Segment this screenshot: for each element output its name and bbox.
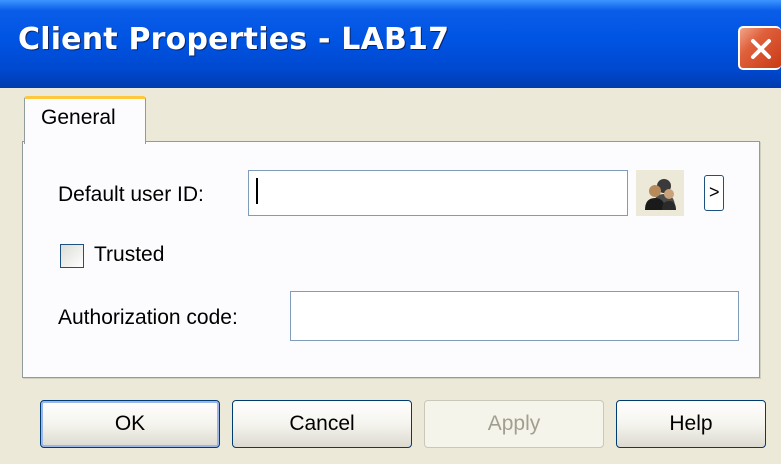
close-icon: [751, 39, 771, 59]
users-icon: [645, 179, 676, 210]
ok-button[interactable]: OK: [40, 400, 220, 448]
default-user-id-label-text: Default user ID:: [58, 183, 204, 206]
authorization-code-input[interactable]: [290, 291, 739, 341]
ok-button-label: OK: [114, 412, 146, 435]
trusted-label-text: Trusted: [94, 243, 165, 266]
trusted-label: Trusted: [94, 243, 164, 267]
authorization-code-label: Authorization code:: [58, 306, 238, 330]
apply-button-label: Apply: [487, 412, 541, 435]
window-title: Client Properties - LAB17: [18, 22, 450, 57]
more-button-label: >: [709, 182, 720, 202]
cancel-button-label: Cancel: [289, 412, 355, 435]
apply-button[interactable]: Apply: [424, 400, 604, 448]
title-bar: Client Properties - LAB17: [0, 0, 781, 88]
select-user-button[interactable]: [636, 170, 684, 216]
default-user-id-input[interactable]: [248, 170, 628, 216]
text-caret: [256, 178, 258, 204]
help-button-label: Help: [669, 412, 713, 435]
trusted-checkbox[interactable]: [60, 244, 84, 268]
cancel-button[interactable]: Cancel: [232, 400, 412, 448]
help-button[interactable]: Help: [616, 400, 766, 448]
close-button[interactable]: [738, 26, 781, 70]
tab-general-label: General: [41, 106, 116, 129]
authorization-code-label-text: Authorization code:: [58, 306, 238, 329]
more-button[interactable]: >: [704, 175, 724, 211]
tab-general[interactable]: General: [24, 96, 146, 144]
default-user-id-label: Default user ID:: [58, 183, 204, 207]
